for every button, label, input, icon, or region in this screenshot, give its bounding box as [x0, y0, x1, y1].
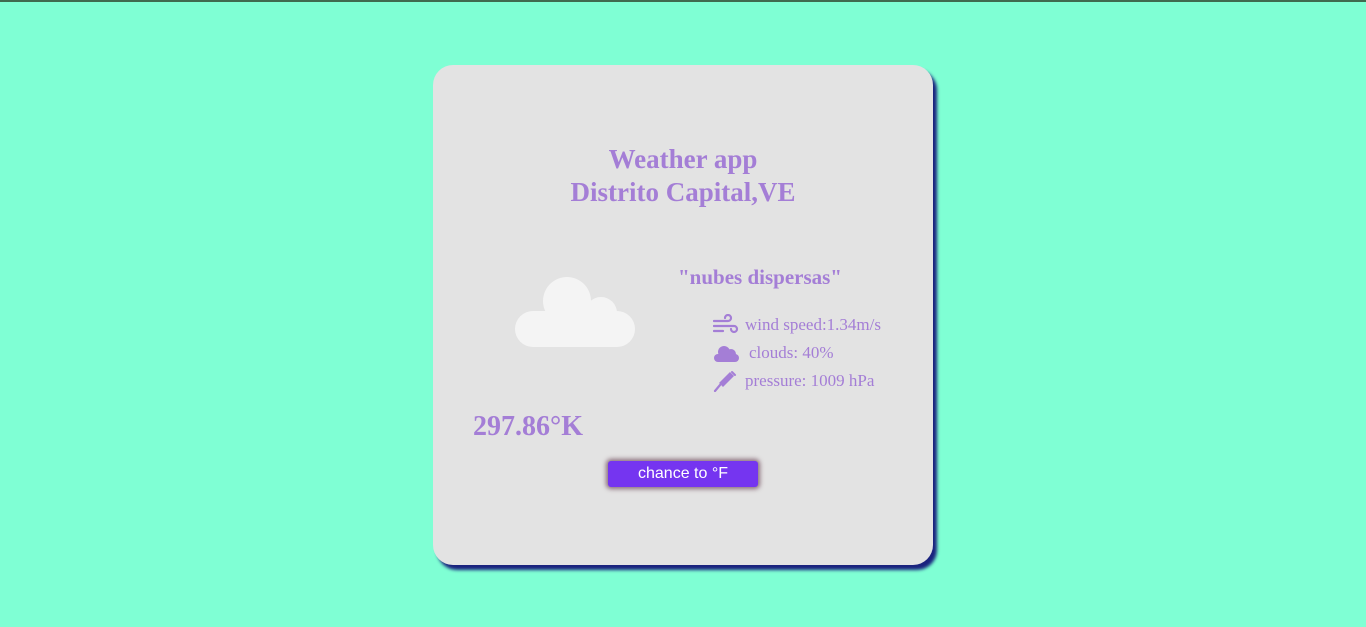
location-label: Distrito Capital,VE [570, 177, 796, 207]
wind-speed-label: wind speed:1.34m/s [745, 315, 881, 334]
cloud-icon [515, 277, 635, 347]
clouds-label: clouds: 40% [749, 343, 834, 362]
weather-card: Weather app Distrito Capital,VE "nubes d… [433, 65, 933, 565]
pressure-stat: pressure: 1009 hPa [713, 367, 881, 395]
temperature-value: 297.86°K [473, 411, 583, 442]
weather-description: "nubes dispersas" [678, 265, 842, 289]
top-border [0, 0, 1366, 2]
wind-icon [713, 314, 739, 334]
card-header: Weather app Distrito Capital,VE [433, 143, 933, 209]
cloud-small-icon [714, 346, 739, 362]
pressure-label: pressure: 1009 hPa [745, 371, 875, 390]
app-title: Weather app [608, 144, 758, 174]
change-unit-button[interactable]: chance to °F [608, 461, 758, 487]
clouds-stat: clouds: 40% [713, 339, 881, 367]
wind-stat: wind speed:1.34m/s [713, 311, 881, 339]
weather-stats: wind speed:1.34m/s clouds: 40% pressure:… [713, 311, 881, 395]
thermometer-icon [713, 371, 736, 392]
